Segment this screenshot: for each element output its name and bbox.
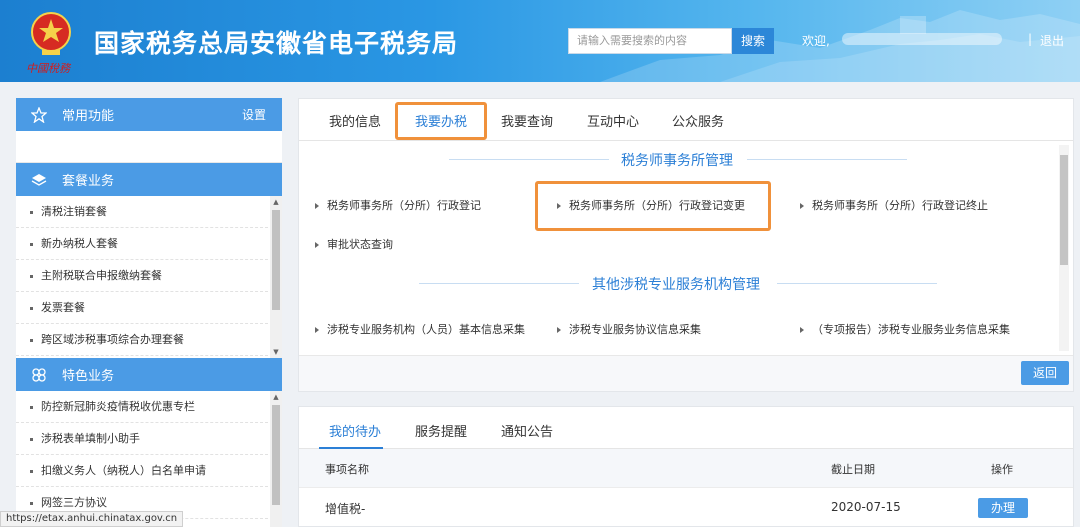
tab-my-todo[interactable]: 我的待办	[329, 421, 381, 440]
sidebar-item-package[interactable]: 清税注销套餐	[16, 196, 268, 228]
todo-panel: 我的待办 服务提醒 通知公告 事项名称 截止日期 操作 增值税- 2020-07…	[298, 406, 1074, 527]
tab-highlight-box	[395, 102, 487, 140]
section-divider	[419, 283, 579, 284]
sidebar-head-special[interactable]: 特色业务	[16, 358, 282, 391]
section-divider	[777, 283, 937, 284]
sidebar-item-package[interactable]: 发票套餐	[16, 292, 268, 324]
scroll-up-icon[interactable]: ▲	[272, 393, 280, 401]
panel-scrollbar[interactable]	[1059, 145, 1069, 351]
emblem-caption: 中國稅務	[26, 62, 70, 75]
tab-notice[interactable]: 通知公告	[501, 421, 553, 440]
handle-button[interactable]: 办理	[978, 498, 1028, 518]
clover-icon	[30, 366, 48, 384]
special-scrollbar[interactable]: ▲	[270, 391, 282, 527]
scroll-thumb[interactable]	[272, 405, 280, 505]
site-header: 中國稅務 国家税务总局安徽省电子税务局 请输入需要搜索的内容 搜索 欢迎, | …	[0, 0, 1080, 82]
section-divider	[449, 159, 609, 160]
common-functions-area	[16, 131, 282, 163]
link-special-report-collection[interactable]: （专项报告）涉税专业服务业务信息采集	[800, 321, 1010, 337]
main-tabs: 我的信息 我要办税 我要查询 互动中心 公众服务	[299, 99, 1073, 141]
special-list: 防控新冠肺炎疫情税收优惠专栏 涉税表单填制小助手 扣缴义务人（纳税人）白名单申请…	[16, 391, 282, 527]
status-bar-url: https://etax.anhui.chinatax.gov.cn	[0, 511, 184, 527]
todo-tabs: 我的待办 服务提醒 通知公告	[299, 407, 1073, 449]
tab-service-reminder[interactable]: 服务提醒	[415, 421, 467, 440]
settings-link[interactable]: 设置	[242, 106, 266, 123]
section-title-firm: 税务师事务所管理	[621, 153, 733, 169]
scroll-down-icon[interactable]: ▼	[272, 348, 280, 356]
welcome-text: 欢迎,	[802, 34, 830, 48]
sidebar-head-label: 特色业务	[62, 369, 115, 384]
link-agency-info-collection[interactable]: 涉税专业服务机构（人员）基本信息采集	[315, 321, 525, 337]
table-row: 增值税- 2020-07-15 办理	[299, 487, 1073, 527]
link-highlight-box	[535, 181, 771, 231]
tab-interaction[interactable]: 互动中心	[587, 111, 639, 130]
sidebar-item-package[interactable]: 新办纳税人套餐	[16, 228, 268, 260]
link-firm-registration[interactable]: 税务师事务所（分所）行政登记	[315, 197, 481, 213]
national-emblem-icon	[31, 12, 71, 55]
search-input[interactable]: 请输入需要搜索的内容	[568, 28, 732, 54]
sidebar-item-special[interactable]: 涉税表单填制小助手	[16, 423, 268, 455]
scroll-thumb[interactable]	[1060, 155, 1068, 265]
section-divider	[747, 159, 907, 160]
col-item-name: 事项名称	[325, 463, 369, 476]
sidebar-head-label: 常用功能	[62, 109, 115, 124]
col-deadline: 截止日期	[831, 463, 875, 476]
package-list: 清税注销套餐 新办纳税人套餐 主附税联合申报缴纳套餐 发票套餐 跨区域涉税事项综…	[16, 196, 282, 358]
todo-item-name: 增值税-	[325, 502, 366, 516]
header-divider: |	[1028, 32, 1033, 46]
panel-footer: 返回	[299, 355, 1073, 391]
logout-link[interactable]: 退出	[1040, 32, 1064, 49]
tab-public-service[interactable]: 公众服务	[672, 111, 724, 130]
tab-query[interactable]: 我要查询	[501, 111, 553, 130]
star-icon	[30, 106, 48, 124]
link-approval-status[interactable]: 审批状态查询	[315, 236, 393, 252]
sidebar-head-common[interactable]: 常用功能 设置	[16, 98, 282, 131]
sidebar-item-special[interactable]: 扣缴义务人（纳税人）白名单申请	[16, 455, 268, 487]
scroll-thumb[interactable]	[272, 210, 280, 310]
todo-item-deadline: 2020-07-15	[831, 500, 901, 514]
sidebar-head-package[interactable]: 套餐业务	[16, 163, 282, 196]
sidebar-head-label: 套餐业务	[62, 174, 115, 189]
sidebar-item-special[interactable]: 防控新冠肺炎疫情税收优惠专栏	[16, 391, 268, 423]
section-title-other: 其他涉税专业服务机构管理	[592, 277, 760, 293]
tab-my-info[interactable]: 我的信息	[329, 111, 381, 130]
sidebar: 常用功能 设置 套餐业务 清税注销套餐 新办纳税人套餐 主附税联合申报缴纳套餐 …	[16, 98, 282, 527]
todo-table-header: 事项名称 截止日期 操作	[299, 449, 1073, 487]
link-agreement-info-collection[interactable]: 涉税专业服务协议信息采集	[557, 321, 701, 337]
col-action: 操作	[991, 463, 1013, 476]
scroll-up-icon[interactable]: ▲	[272, 198, 280, 206]
blurred-username	[842, 33, 1002, 45]
sidebar-item-package[interactable]: 跨区域涉税事项综合办理套餐	[16, 324, 268, 356]
layers-icon	[30, 171, 48, 189]
search-button[interactable]: 搜索	[732, 28, 774, 54]
sidebar-item-package[interactable]: 主附税联合申报缴纳套餐	[16, 260, 268, 292]
link-firm-registration-termination[interactable]: 税务师事务所（分所）行政登记终止	[800, 197, 988, 213]
tax-services-panel: 我的信息 我要办税 我要查询 互动中心 公众服务 税务师事务所管理 税务师事务所…	[298, 98, 1074, 392]
back-button[interactable]: 返回	[1021, 361, 1069, 385]
package-scrollbar[interactable]: ▲ ▼	[270, 196, 282, 358]
site-title: 国家税务总局安徽省电子税务局	[94, 29, 459, 58]
